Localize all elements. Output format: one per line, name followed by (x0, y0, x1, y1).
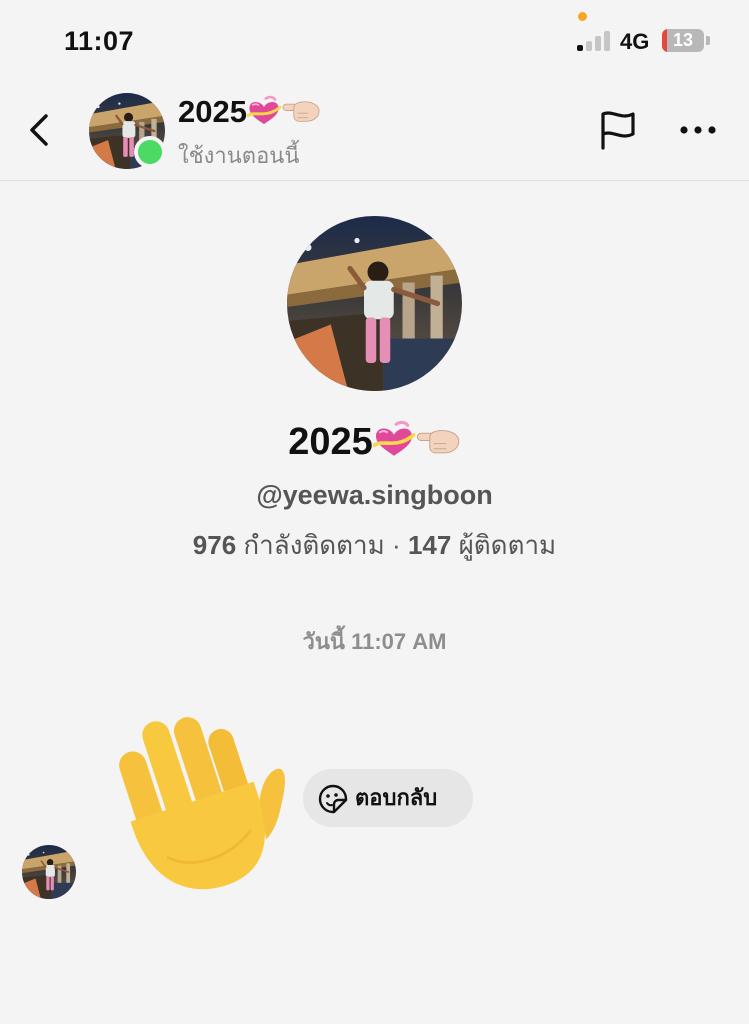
chat-header: 2025 ใช้งานตอนนี้ (0, 80, 749, 181)
waving-hand-emoji-icon[interactable] (94, 700, 290, 896)
more-options-button[interactable] (676, 112, 720, 148)
reply-button[interactable]: ตอบกลับ (303, 769, 473, 827)
sender-avatar[interactable] (22, 845, 76, 899)
status-time: 11:07 (64, 26, 135, 56)
profile-name-text: 2025 (288, 421, 373, 463)
pointing-left-emoji-icon (415, 425, 461, 456)
back-button[interactable] (22, 108, 58, 152)
cellular-signal-icon (577, 31, 611, 51)
report-button[interactable] (597, 108, 641, 152)
active-status: ใช้งานตอนนี้ (178, 143, 300, 168)
pointing-left-emoji-icon (281, 97, 321, 124)
network-type: 4G (620, 29, 650, 54)
sticker-face-icon (318, 784, 348, 814)
heart-ribbon-emoji-icon (247, 95, 281, 126)
profile-stats: 976 กำลังติดตาม · 147 ผู้ติดตาม (0, 525, 749, 566)
battery-percent: 13 (672, 30, 694, 50)
battery-icon: 13 (662, 29, 704, 52)
header-username[interactable]: 2025 (178, 94, 321, 130)
profile-name: 2025 (0, 420, 749, 464)
following-label: กำลังติดตาม (243, 530, 385, 560)
reply-button-label: ตอบกลับ (355, 785, 438, 810)
followers-label: ผู้ติดตาม (458, 530, 557, 560)
header-name-text: 2025 (178, 94, 247, 129)
flag-icon (601, 111, 635, 150)
stats-separator: · (392, 530, 401, 560)
following-count: 976 (192, 530, 237, 560)
followers-count: 147 (407, 530, 452, 560)
status-bar: 11:07 4G 13 (0, 0, 749, 80)
online-status-dot (134, 136, 166, 168)
battery-tip (706, 36, 710, 45)
chevron-left-icon (30, 114, 48, 146)
privacy-indicator-icon (578, 12, 587, 21)
heart-ribbon-emoji-icon (373, 420, 415, 458)
profile-avatar[interactable] (287, 216, 462, 391)
profile-handle[interactable]: @yeewa.singboon (0, 480, 749, 511)
more-horizontal-icon (680, 126, 716, 134)
message-timestamp: วันนี้ 11:07 AM (302, 629, 447, 654)
